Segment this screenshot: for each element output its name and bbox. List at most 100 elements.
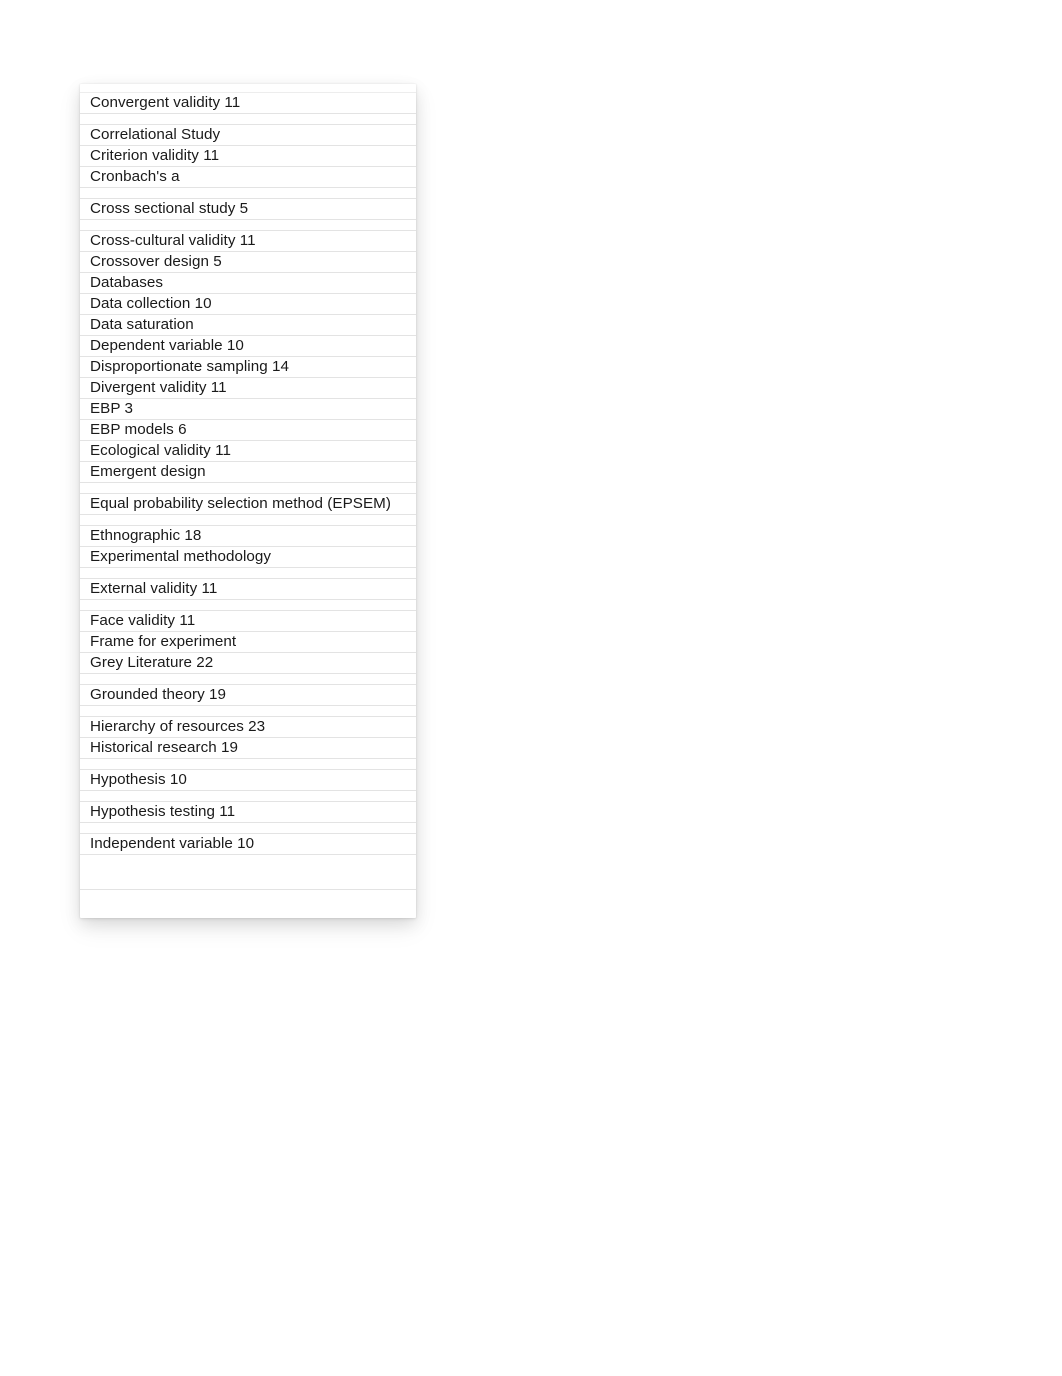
- index-spacer-row: [80, 515, 416, 526]
- index-term-row: Cross sectional study 5: [80, 199, 416, 220]
- index-term-cell: Experimental methodology: [80, 547, 416, 568]
- index-term-row: Hierarchy of resources 23: [80, 717, 416, 738]
- index-term-cell: Crossover design 5: [80, 252, 416, 273]
- index-term-cell: Independent variable 10: [80, 834, 416, 855]
- index-spacer-cell: [80, 706, 416, 717]
- index-term-cell: Correlational Study: [80, 125, 416, 146]
- index-spacer-cell: [80, 515, 416, 526]
- index-term-label: Cronbach's a: [90, 168, 180, 185]
- index-spacer-row: [80, 220, 416, 231]
- index-term-label: Correlational Study: [90, 126, 221, 143]
- index-term-label: Historical research 19: [90, 739, 238, 756]
- index-term-label: Face validity 11: [90, 612, 196, 629]
- index-term-row: Hypothesis testing 11: [80, 802, 416, 823]
- index-term-label: Divergent validity 11: [90, 379, 227, 396]
- index-term-label: Convergent validity 11: [90, 94, 241, 111]
- index-term-label: Data saturation: [90, 316, 194, 333]
- index-term-label: Cross sectional study 5: [90, 200, 249, 217]
- index-term-row: Correlational Study: [80, 125, 416, 146]
- index-term-row: Experimental methodology: [80, 547, 416, 568]
- index-spacer-row: [80, 759, 416, 770]
- index-term-label: Crossover design 5: [90, 253, 222, 270]
- index-term-cell: Face validity 11: [80, 611, 416, 632]
- index-spacer-row: [80, 568, 416, 579]
- index-term-cell: Cronbach's a: [80, 167, 416, 188]
- index-term-cell: EBP 3: [80, 399, 416, 420]
- index-term-label: Databases: [90, 274, 164, 291]
- index-term-row: Dependent variable 10: [80, 336, 416, 357]
- index-term-label: Emergent design: [90, 463, 206, 480]
- index-spacer-cell: [80, 188, 416, 199]
- index-spacer-row: [80, 791, 416, 802]
- index-term-row: Disproportionate sampling 14: [80, 357, 416, 378]
- index-term-cell: Data collection 10: [80, 294, 416, 315]
- index-term-cell: Disproportionate sampling 14: [80, 357, 416, 378]
- index-term-row: Databases: [80, 273, 416, 294]
- index-spacer-cell: [80, 114, 416, 125]
- index-term-cell: Historical research 19: [80, 738, 416, 759]
- index-term-label: Disproportionate sampling 14: [90, 358, 289, 375]
- index-term-row: Grounded theory 19: [80, 685, 416, 706]
- index-term-label: Frame for experiment: [90, 633, 237, 650]
- index-term-row: Frame for experiment: [80, 632, 416, 653]
- index-term-label: Hypothesis testing 11: [90, 803, 236, 820]
- index-term-row: Cronbach's a: [80, 167, 416, 188]
- index-spacer-cell: [80, 600, 416, 611]
- index-term-row: Data collection 10: [80, 294, 416, 315]
- index-term-label: EBP models 6: [90, 421, 187, 438]
- index-spacer-row: [80, 674, 416, 685]
- index-term-row: Hypothesis 10: [80, 770, 416, 791]
- index-term-label: Dependent variable 10: [90, 337, 244, 354]
- index-term-cell: Grey Literature 22: [80, 653, 416, 674]
- index-term-cell: Criterion validity 11: [80, 146, 416, 167]
- index-spacer-cell: [80, 759, 416, 770]
- index-term-row: EBP models 6: [80, 420, 416, 441]
- index-term-cell: Dependent variable 10: [80, 336, 416, 357]
- document-page-card: Convergent validity 11 Correlational Stud…: [80, 84, 416, 918]
- index-term-cell: Data saturation: [80, 315, 416, 336]
- index-term-cell: Hierarchy of resources 23: [80, 717, 416, 738]
- index-terms-table-body: Convergent validity 11 Correlational Stud…: [80, 92, 416, 890]
- index-term-cell: Hypothesis testing 11: [80, 802, 416, 823]
- index-term-label: Hierarchy of resources 23: [90, 718, 266, 735]
- index-terms-table: Convergent validity 11 Correlational Stud…: [80, 92, 416, 890]
- index-term-row: Divergent validity 11: [80, 378, 416, 399]
- index-term-cell: Ethnographic 18: [80, 526, 416, 547]
- index-term-cell: Convergent validity 11: [80, 93, 416, 114]
- index-spacer-row: [80, 823, 416, 834]
- index-term-row: Historical research 19: [80, 738, 416, 759]
- index-term-row: Crossover design 5: [80, 252, 416, 273]
- index-spacer-cell: [80, 674, 416, 685]
- index-term-cell: Divergent validity 11: [80, 378, 416, 399]
- index-term-row: Ecological validity 11: [80, 441, 416, 462]
- index-term-label: Ecological validity 11: [90, 442, 231, 459]
- index-term-cell: Cross sectional study 5: [80, 199, 416, 220]
- index-term-row: Ethnographic 18: [80, 526, 416, 547]
- index-term-cell: Frame for experiment: [80, 632, 416, 653]
- index-term-row: Criterion validity 11: [80, 146, 416, 167]
- index-term-cell: Equal probability selection method (EPSE…: [80, 494, 416, 515]
- index-spacer-cell: [80, 483, 416, 494]
- index-term-cell: External validity 11: [80, 579, 416, 600]
- index-spacer-cell: [80, 568, 416, 579]
- index-term-row: Independent variable 10: [80, 834, 416, 855]
- index-term-label: Criterion validity 11: [90, 147, 220, 164]
- index-spacer-row: [80, 855, 416, 890]
- index-term-cell: Grounded theory 19: [80, 685, 416, 706]
- index-term-row: Cross-cultural validity 11: [80, 231, 416, 252]
- index-term-label: Grey Literature 22: [90, 654, 214, 671]
- index-term-row: Grey Literature 22: [80, 653, 416, 674]
- index-term-label: Cross-cultural validity 11: [90, 232, 256, 249]
- index-spacer-row: [80, 483, 416, 494]
- index-term-label: Experimental methodology: [90, 548, 272, 565]
- index-term-row: Equal probability selection method (EPSE…: [80, 494, 416, 515]
- index-term-label: External validity 11: [90, 580, 218, 597]
- index-term-row: External validity 11: [80, 579, 416, 600]
- index-term-label: Data collection 10: [90, 295, 212, 312]
- index-term-cell: Ecological validity 11: [80, 441, 416, 462]
- index-term-cell: Emergent design: [80, 462, 416, 483]
- index-spacer-cell: [80, 791, 416, 802]
- index-term-row: Convergent validity 11: [80, 92, 416, 114]
- index-spacer-row: [80, 188, 416, 199]
- index-term-row: Data saturation: [80, 315, 416, 336]
